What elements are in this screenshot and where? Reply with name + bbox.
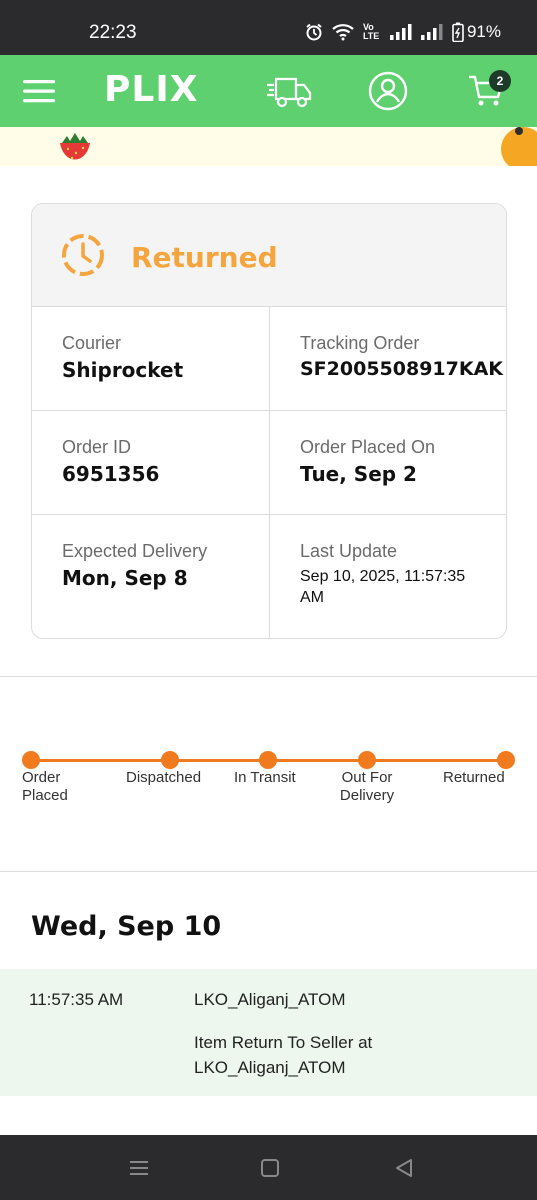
courier-value: Shiprocket (62, 358, 184, 382)
cart-count-badge: 2 (489, 70, 511, 92)
courier-cell: Courier Shiprocket (32, 307, 269, 411)
signal-icon (389, 24, 412, 40)
back-icon[interactable] (391, 1155, 417, 1181)
history-location: LKO_Aliganj_ATOM (194, 990, 346, 1009)
order-placed-label: Order Placed On (300, 437, 436, 457)
tracker-dot-in-transit (259, 751, 277, 769)
step-label-dispatched: Dispatched (126, 769, 202, 786)
history-entry: 11:57:35 AM LKO_Aliganj_ATOM Item Return… (0, 969, 537, 1096)
wifi-icon (332, 24, 354, 41)
last-update-cell: Last Update Sep 10, 2025, 11:57:35 AM (269, 515, 506, 638)
order-id-value: 6951356 (62, 462, 160, 486)
last-update-value: Sep 10, 2025, 11:57:35 AM (300, 568, 466, 606)
alarm-icon (306, 23, 322, 41)
step-label-order-placed: Order Placed (22, 769, 68, 804)
expected-delivery-cell: Expected Delivery Mon, Sep 8 (32, 515, 269, 638)
fruit-icon (501, 127, 537, 166)
history-time: 11:57:35 AM (29, 990, 124, 1009)
signal-icon-2 (420, 24, 443, 40)
history-description: Item Return To Seller at LKO_Aliganj_ATO… (194, 1033, 373, 1077)
order-status-card: Returned Courier Shiprocket Tracking Ord… (31, 203, 507, 639)
tracker-dot-dispatched (161, 751, 179, 769)
app-header: PLIX (0, 55, 537, 127)
step-label-in-transit: In Transit (234, 769, 296, 786)
delivery-truck-icon[interactable] (266, 71, 312, 111)
volte-label: Vo LTE (362, 22, 380, 41)
status-time: 22:23 (89, 22, 137, 43)
status-bar: 22:23 Vo LTE 91% (0, 0, 537, 55)
tracking-value[interactable]: SF2005508917KAK (300, 358, 506, 380)
tracking-label: Tracking Order (300, 333, 420, 353)
account-icon[interactable] (368, 71, 408, 111)
tracker-dot-order-placed (22, 751, 40, 769)
divider (0, 871, 537, 872)
courier-label: Courier (62, 333, 122, 353)
order-id-label: Order ID (62, 437, 132, 457)
status-header: Returned (32, 204, 506, 307)
order-status-title: Returned (131, 241, 278, 274)
recents-menu-icon[interactable] (126, 1155, 152, 1181)
divider (0, 676, 537, 677)
status-icons: Vo LTE 91% (305, 22, 501, 42)
menu-icon[interactable] (19, 71, 59, 111)
step-label-returned: Returned (443, 769, 505, 786)
last-update-label: Last Update (300, 541, 398, 561)
tracker-dot-returned (497, 751, 515, 769)
battery-percent: 91% (466, 22, 501, 41)
shipment-tracker: Order Placed Dispatched In Transit Out F… (0, 740, 537, 820)
tracker-dot-out-for-delivery (358, 751, 376, 769)
battery-icon (452, 22, 464, 42)
order-id-cell: Order ID 6951356 (32, 411, 269, 515)
promo-banner (0, 127, 537, 166)
order-placed-cell: Order Placed On Tue, Sep 2 (269, 411, 506, 515)
history-date-heading: Wed, Sep 10 (31, 911, 222, 942)
system-nav-bar (0, 1135, 537, 1200)
tracking-cell: Tracking Order SF2005508917KAK (269, 307, 506, 411)
order-placed-value: Tue, Sep 2 (300, 462, 417, 486)
step-label-out-for-delivery: Out For Delivery (339, 769, 395, 804)
expected-delivery-value: Mon, Sep 8 (62, 566, 188, 590)
strawberry-icon (60, 133, 90, 160)
expected-delivery-label: Expected Delivery (62, 541, 208, 561)
clock-icon (62, 234, 104, 276)
home-icon[interactable] (257, 1155, 283, 1181)
plix-logo[interactable]: PLIX (104, 69, 198, 110)
